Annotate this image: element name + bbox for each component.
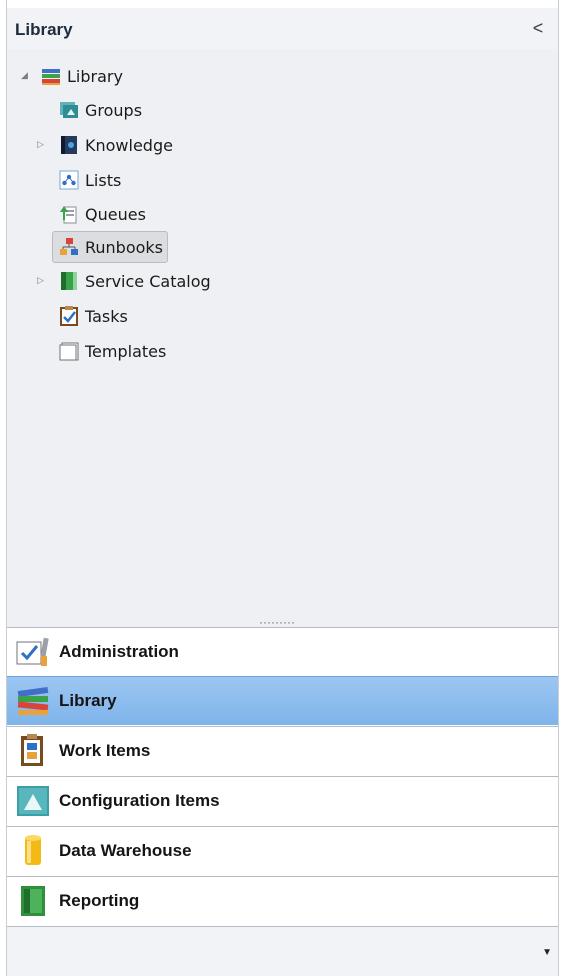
splitter-grip[interactable]: ·········	[259, 616, 295, 628]
workspace-label: Library	[59, 691, 117, 710]
service-catalog-icon	[59, 271, 79, 291]
queues-icon	[59, 204, 79, 224]
tree-item-groups[interactable]: Groups	[59, 95, 142, 125]
tree-item-label: Lists	[85, 170, 122, 190]
tree-item-label: Templates	[85, 341, 167, 361]
configuration-items-icon	[15, 783, 51, 819]
tree-item-label: Runbooks	[85, 237, 164, 257]
tree-item-queues[interactable]: Queues	[59, 199, 146, 229]
knowledge-icon	[59, 135, 79, 155]
workspace-label: Administration	[59, 642, 179, 661]
workspace-button-reporting[interactable]: Reporting	[7, 876, 558, 925]
tree-item-templates[interactable]: Templates	[59, 336, 166, 366]
tree-item-label: Knowledge	[85, 135, 173, 155]
tree-item-label: Tasks	[85, 306, 128, 326]
administration-icon	[15, 634, 51, 670]
library-icon	[15, 683, 51, 719]
groups-icon	[59, 100, 79, 120]
tree-item-label: Groups	[85, 100, 143, 120]
reporting-icon	[15, 883, 51, 919]
workspace-button-configuration-items[interactable]: Configuration Items	[7, 776, 558, 825]
templates-icon	[59, 341, 79, 361]
workspace-label: Reporting	[59, 891, 140, 910]
library-tree: ◢ Library Groups ▷ Knowledge Lists Queue…	[7, 49, 558, 619]
tree-item-service-catalog[interactable]: ▷ Service Catalog	[37, 266, 211, 296]
workspace-overflow-bar: ▼	[7, 926, 558, 976]
navigation-pane: Library < ◢ Library Groups ▷ Knowledge L…	[0, 0, 561, 976]
collapse-pane-button[interactable]: <	[528, 17, 548, 39]
collapsed-arrow-icon[interactable]: ▷	[37, 276, 47, 286]
workspace-button-administration[interactable]: Administration	[7, 627, 558, 676]
chevron-down-icon[interactable]: ▼	[542, 947, 552, 958]
tasks-icon	[59, 306, 79, 326]
workspace-label: Work Items	[59, 741, 151, 760]
tree-item-label: Queues	[85, 204, 146, 224]
tree-item-runbooks[interactable]: Runbooks	[52, 231, 169, 263]
collapsed-arrow-icon[interactable]: ▷	[37, 140, 47, 150]
tree-item-library[interactable]: ◢ Library	[21, 61, 123, 91]
tree-item-label: Service Catalog	[85, 271, 211, 291]
runbooks-icon	[59, 237, 79, 257]
workspace-button-library[interactable]: Library	[7, 676, 558, 725]
work-items-icon	[15, 733, 51, 769]
workspace-button-work-items[interactable]: Work Items	[7, 726, 558, 775]
pane-title: Library	[15, 20, 73, 39]
tree-item-knowledge[interactable]: ▷ Knowledge	[37, 130, 173, 160]
pane-splitter[interactable]: ·········	[7, 616, 558, 628]
tree-item-label: Library	[67, 66, 123, 86]
workspace-button-data-warehouse[interactable]: Data Warehouse	[7, 826, 558, 875]
library-icon	[41, 66, 61, 86]
workspace-label: Data Warehouse	[59, 841, 192, 860]
data-warehouse-icon	[15, 833, 51, 869]
pane-header: Library <	[7, 8, 558, 49]
lists-icon	[59, 170, 79, 190]
workspace-label: Configuration Items	[59, 791, 220, 810]
tree-item-lists[interactable]: Lists	[59, 165, 121, 195]
tree-item-tasks[interactable]: Tasks	[59, 301, 128, 331]
expanded-arrow-icon[interactable]: ◢	[21, 71, 31, 81]
